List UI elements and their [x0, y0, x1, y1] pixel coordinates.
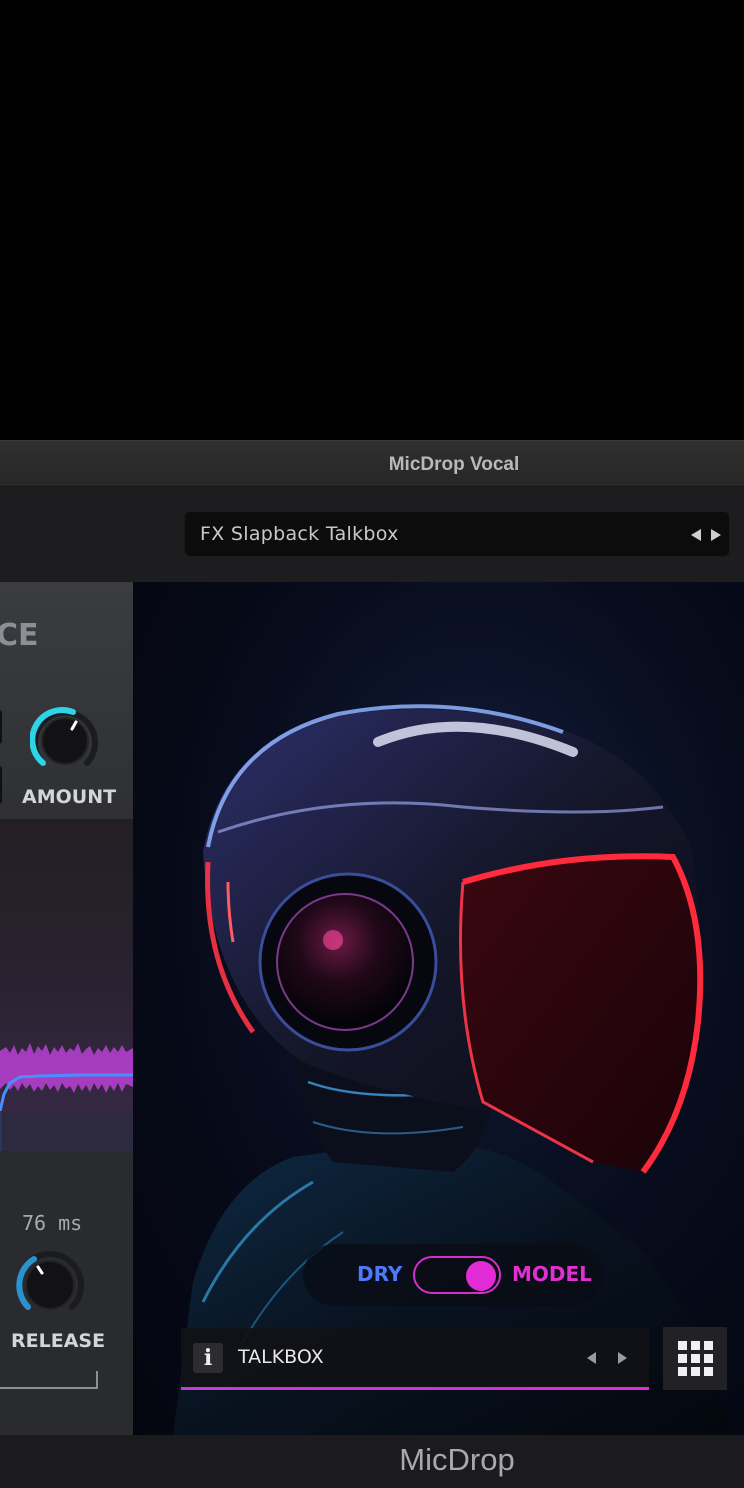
section-title: CE — [0, 618, 39, 653]
release-knob[interactable] — [14, 1249, 86, 1321]
preset-arrows — [691, 525, 721, 541]
left-control-panel: CE AMOUNT 76 ms RELEASE — [0, 582, 133, 1435]
amount-label: AMOUNT — [22, 786, 117, 808]
window-titlebar: MicDrop Vocal — [0, 440, 744, 487]
model-bar-underline — [181, 1387, 649, 1390]
model-next-arrow-icon[interactable] — [618, 1352, 627, 1364]
grid-menu-button[interactable] — [663, 1327, 727, 1390]
preset-next-arrow-icon[interactable] — [711, 529, 721, 541]
dry-model-switch[interactable] — [413, 1256, 501, 1294]
envelope-graph — [0, 819, 133, 1151]
release-value: 76 ms — [22, 1211, 83, 1235]
amount-knob[interactable] — [29, 706, 100, 776]
info-icon[interactable]: i — [193, 1343, 223, 1373]
dry-model-toggle-group: DRY MODEL — [303, 1244, 603, 1306]
brand-logo-text: MicDrop — [399, 1442, 515, 1477]
helmet-artwork — [133, 582, 744, 1435]
dry-label[interactable]: DRY — [357, 1262, 402, 1286]
switch-thumb — [466, 1261, 496, 1291]
footer-bar: MicDrop — [0, 1435, 744, 1488]
effect-section-header: CE AMOUNT — [0, 582, 133, 819]
preset-toolbar: FX Slapback Talkbox — [0, 487, 744, 582]
model-name: TALKBOX — [238, 1346, 324, 1368]
preset-prev-arrow-icon[interactable] — [691, 529, 701, 541]
release-section: 76 ms RELEASE — [0, 1151, 133, 1435]
model-arrows — [587, 1348, 627, 1364]
model-prev-arrow-icon[interactable] — [587, 1352, 596, 1364]
grid-icon — [678, 1341, 713, 1376]
release-label: RELEASE — [11, 1330, 106, 1352]
model-label[interactable]: MODEL — [512, 1262, 592, 1286]
empty-top-area — [0, 0, 744, 440]
model-selector-bar[interactable]: i TALKBOX — [181, 1328, 649, 1390]
cut-off-button[interactable] — [0, 710, 2, 744]
cut-off-button-2[interactable] — [0, 766, 2, 804]
preset-selector[interactable]: FX Slapback Talkbox — [184, 511, 730, 557]
preset-name: FX Slapback Talkbox — [200, 523, 399, 545]
range-bracket — [0, 1371, 98, 1389]
model-artwork-panel: DRY MODEL i TALKBOX — [133, 582, 744, 1435]
window-title: MicDrop Vocal — [388, 454, 520, 475]
